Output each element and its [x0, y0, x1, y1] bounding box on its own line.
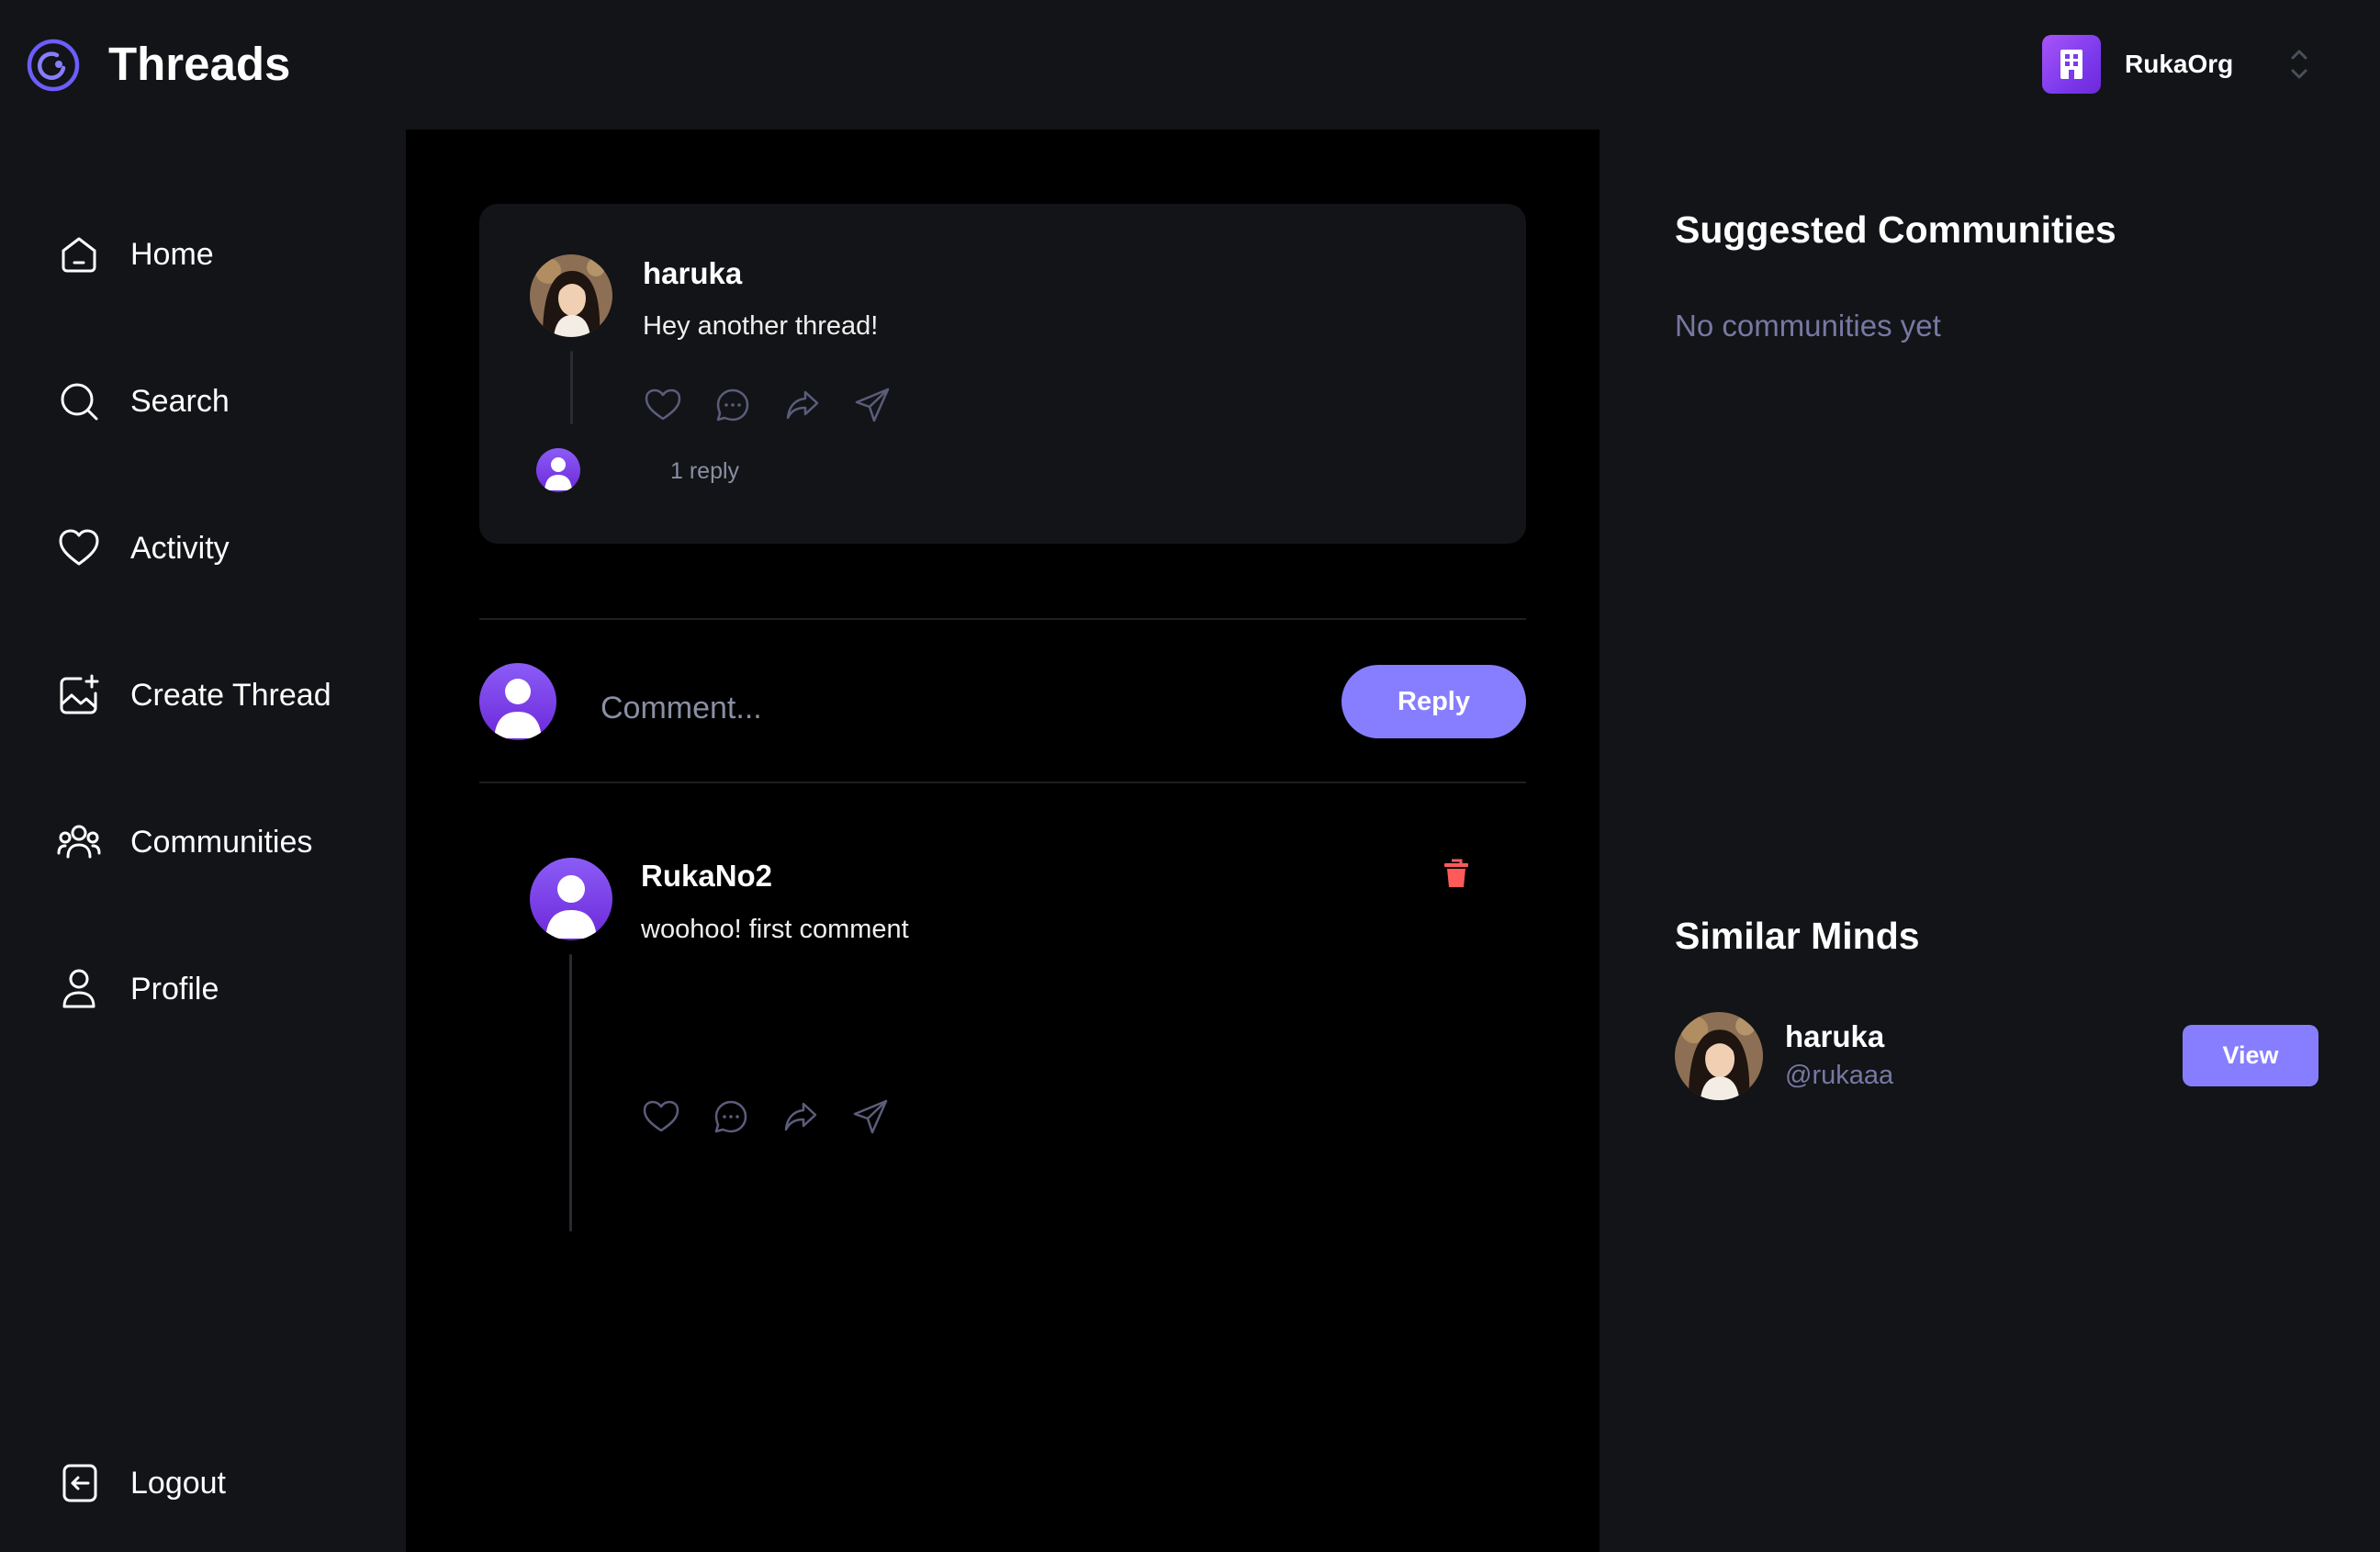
reply-icon[interactable]	[712, 384, 754, 426]
heart-icon[interactable]	[642, 384, 684, 426]
suggested-communities-title: Suggested Communities	[1675, 208, 2116, 251]
sidebar-item-label: Profile	[130, 972, 219, 1007]
sidebar-item-communities[interactable]: Communities	[57, 815, 369, 870]
app-title[interactable]: Threads	[108, 35, 290, 94]
sidebar-item-label: Home	[130, 237, 214, 272]
thread-line	[570, 351, 573, 424]
current-user-avatar	[479, 663, 556, 740]
logout-icon	[62, 1464, 97, 1502]
sidebar-item-label: Communities	[130, 825, 313, 860]
sidebar-item-search[interactable]: Search	[57, 374, 369, 429]
sidebar-item-home[interactable]: Home	[57, 227, 369, 282]
sidebar-item-activity[interactable]: Activity	[57, 521, 369, 576]
left-sidebar: Home Search Activity Create Thread Commu…	[0, 129, 406, 1552]
organization-name: RukaOrg	[2125, 50, 2234, 78]
comment-author-avatar[interactable]	[530, 858, 612, 940]
repost-icon[interactable]	[781, 384, 824, 426]
comment-actions	[640, 1096, 892, 1138]
heart-icon	[59, 529, 99, 566]
heart-icon[interactable]	[640, 1096, 682, 1138]
comment-input[interactable]	[601, 680, 1298, 736]
delete-icon[interactable]	[1442, 857, 1471, 890]
sidebar-item-label: Create Thread	[130, 678, 331, 713]
logo-icon[interactable]	[26, 38, 81, 93]
sidebar-item-create-thread[interactable]: Create Thread	[57, 668, 369, 723]
share-icon[interactable]	[851, 384, 893, 426]
share-icon[interactable]	[849, 1096, 892, 1138]
main-content: haruka Hey another thread! 1 reply Comme…	[406, 129, 1600, 1552]
user-handle: @rukaaa	[1785, 1061, 1894, 1090]
thread-text: Hey another thread!	[643, 311, 879, 341]
similar-minds-title: Similar Minds	[1675, 915, 1920, 957]
building-icon	[2042, 35, 2101, 94]
comment-author-name[interactable]: RukaNo2	[641, 858, 772, 894]
top-bar: Threads RukaOrg	[0, 0, 2380, 129]
repost-icon[interactable]	[780, 1096, 822, 1138]
logout-button[interactable]: Logout	[57, 1456, 369, 1511]
author-avatar[interactable]	[530, 254, 612, 337]
image-plus-icon	[60, 674, 99, 714]
right-sidebar: Suggested Communities No communities yet…	[1600, 129, 2380, 1552]
thread-actions	[642, 384, 893, 426]
empty-communities-text: No communities yet	[1675, 309, 1941, 343]
sidebar-item-label: Activity	[130, 531, 230, 566]
author-name[interactable]: haruka	[643, 255, 742, 292]
divider	[479, 618, 1526, 620]
user-avatar[interactable]	[1675, 1012, 1763, 1100]
user-icon	[62, 969, 95, 1008]
organization-switcher[interactable]: RukaOrg	[2042, 33, 2327, 96]
sidebar-item-label: Search	[130, 384, 230, 419]
reply-count-link[interactable]: 1 reply	[670, 457, 739, 485]
thread-line	[569, 954, 572, 1231]
reply-icon[interactable]	[710, 1096, 752, 1138]
view-user-button[interactable]: View	[2183, 1025, 2318, 1086]
divider	[479, 782, 1526, 783]
users-icon	[57, 825, 101, 859]
search-icon	[61, 383, 98, 421]
reply-avatar	[536, 448, 580, 492]
sidebar-item-profile[interactable]: Profile	[57, 962, 369, 1017]
thread-card: haruka Hey another thread! 1 reply	[479, 204, 1526, 544]
logout-label: Logout	[130, 1466, 226, 1501]
comment-text: woohoo! first comment	[641, 915, 909, 944]
user-name: haruka	[1785, 1019, 1885, 1053]
chevron-up-down-icon	[2288, 44, 2310, 84]
reply-button[interactable]: Reply	[1342, 665, 1526, 738]
home-icon	[62, 237, 96, 273]
